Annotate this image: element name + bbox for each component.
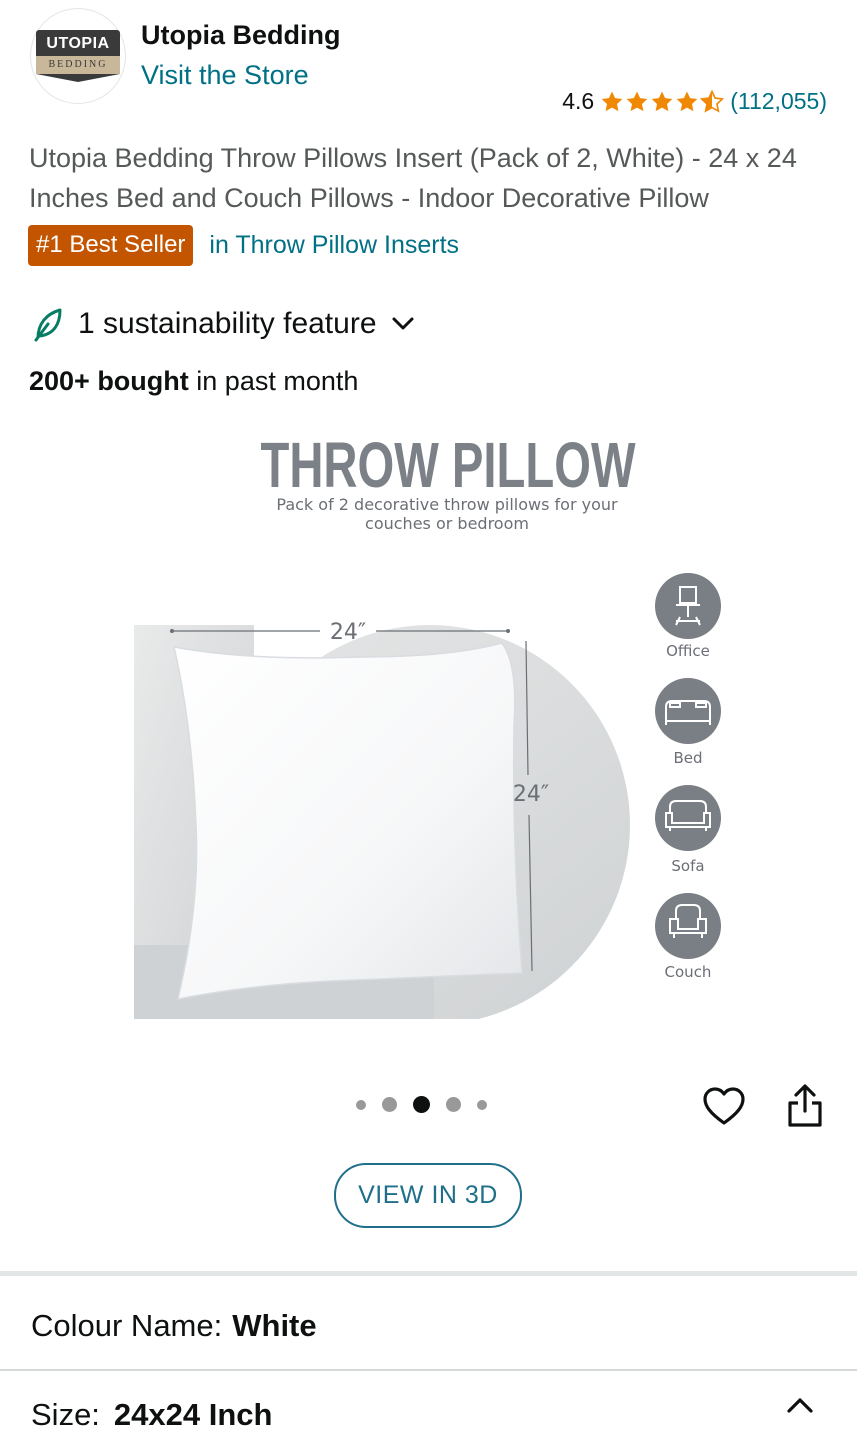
image-headline: THROW PILLOW: [261, 429, 636, 501]
carousel-dot[interactable]: [446, 1097, 461, 1112]
heart-icon[interactable]: [702, 1085, 746, 1129]
section-divider: [0, 1271, 857, 1276]
bed-icon: [655, 678, 721, 744]
product-image[interactable]: THROW PILLOW Pack of 2 decorative throw …: [130, 425, 730, 1025]
star-icon: [601, 91, 623, 111]
image-subtext-1: Pack of 2 decorative throw pillows for y…: [276, 495, 618, 514]
star-icon: [651, 91, 673, 111]
store-logo[interactable]: UTOPIA BEDDING: [30, 8, 126, 104]
rating-value: 4.6: [562, 88, 595, 114]
logo-text-bottom: BEDDING: [36, 56, 120, 74]
office-chair-icon: [655, 573, 721, 639]
size-label: Size:: [31, 1397, 100, 1432]
best-seller-category-link[interactable]: in Throw Pillow Inserts: [209, 231, 459, 260]
carousel-dot[interactable]: [382, 1097, 397, 1112]
use-label-office: Office: [666, 642, 710, 660]
rating-row[interactable]: 4.6 (112,055): [562, 88, 827, 115]
use-label-sofa: Sofa: [671, 857, 704, 875]
product-title: Utopia Bedding Throw Pillows Insert (Pac…: [29, 143, 797, 213]
height-label: 24″: [513, 782, 549, 807]
width-label: 24″: [330, 620, 366, 645]
use-label-couch: Couch: [665, 963, 712, 981]
bought-count-rest: in past month: [188, 366, 359, 396]
carousel-dot[interactable]: [356, 1099, 366, 1110]
chevron-up-icon[interactable]: [785, 1394, 815, 1416]
leaf-icon: [34, 308, 62, 342]
colour-label: Colour Name:: [31, 1308, 223, 1343]
logo-text-top: UTOPIA: [36, 30, 120, 56]
share-icon[interactable]: [783, 1083, 827, 1129]
bought-count-bold: 200+ bought: [29, 366, 189, 396]
rating-count[interactable]: (112,055): [730, 88, 827, 115]
sustainability-toggle[interactable]: 1 sustainability feature: [32, 306, 415, 342]
armchair-icon: [655, 893, 721, 959]
colour-selector[interactable]: Colour Name: White: [31, 1308, 317, 1344]
size-value: 24x24 Inch: [113, 1397, 273, 1432]
image-subtext-2: couches or bedroom: [365, 514, 529, 533]
colour-value: White: [232, 1308, 317, 1343]
star-icon: [676, 91, 698, 111]
visit-store-link[interactable]: Visit the Store: [141, 60, 309, 91]
sustainability-label: 1 sustainability feature: [78, 307, 377, 340]
store-name: Utopia Bedding: [141, 20, 341, 50]
star-rating: [600, 89, 725, 114]
carousel-dot[interactable]: [477, 1099, 487, 1110]
size-selector[interactable]: Size: 24x24 Inch: [31, 1397, 272, 1433]
row-divider: [0, 1369, 857, 1371]
carousel-dots[interactable]: [356, 1096, 487, 1113]
star-icon: [626, 91, 648, 111]
bought-count: 200+ bought in past month: [29, 366, 358, 397]
chevron-down-icon: [392, 317, 414, 330]
half-star-icon: [700, 89, 725, 113]
view-in-3d-button[interactable]: VIEW IN 3D: [334, 1163, 522, 1228]
use-label-bed: Bed: [673, 749, 702, 767]
carousel-dot-active[interactable]: [413, 1096, 430, 1113]
bestseller-row[interactable]: #1 Best Seller in Throw Pillow Inserts: [28, 225, 459, 266]
best-seller-badge: #1 Best Seller: [28, 225, 194, 266]
sofa-icon: [655, 785, 721, 851]
